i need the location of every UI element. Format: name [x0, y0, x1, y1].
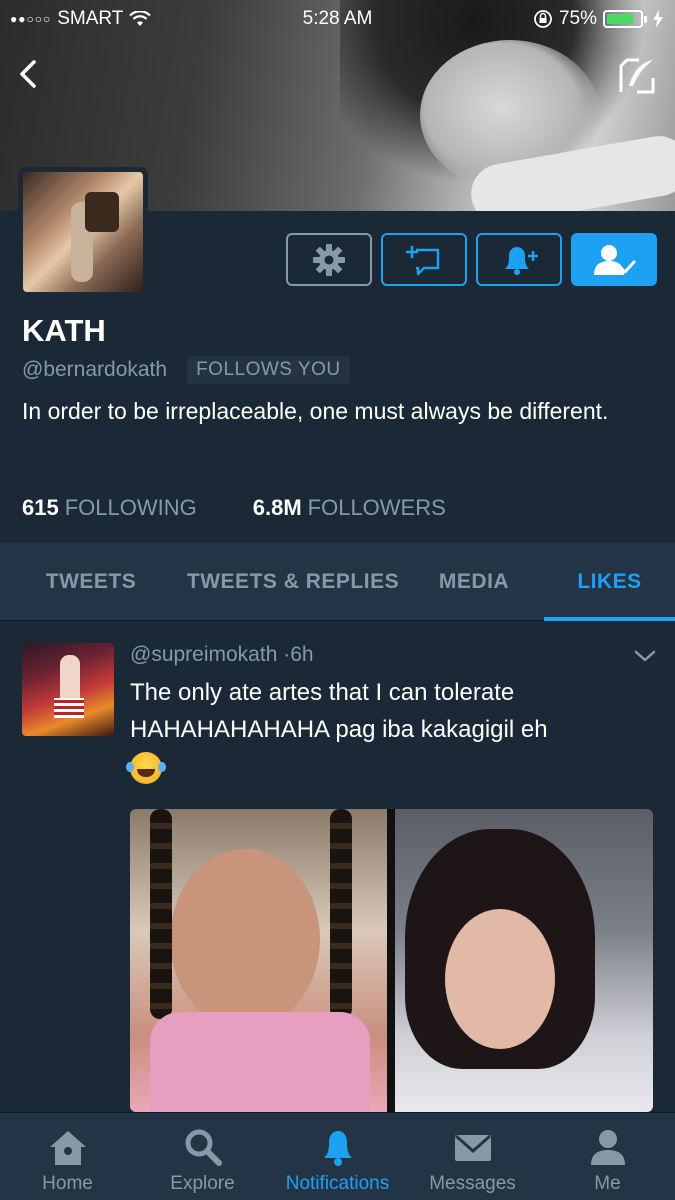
profile-bio: In order to be irreplaceable, one must a…: [22, 398, 609, 424]
tweet-item[interactable]: @supreimokath ·6h The only ate artes tha…: [0, 622, 675, 1112]
tweet-media[interactable]: [130, 809, 653, 1112]
share-profile-button[interactable]: [617, 56, 657, 96]
status-bar: ●●○○○ SMART 5:28 AM 75%: [0, 0, 675, 40]
back-button[interactable]: [10, 56, 46, 92]
bottom-nav: Home Explore Notifications Messages Me: [0, 1112, 675, 1200]
battery-icon: [603, 10, 647, 28]
handle-row: @bernardokath FOLLOWS YOU: [22, 356, 350, 384]
tweet-time: 6h: [290, 643, 314, 666]
following-button[interactable]: [571, 233, 657, 286]
following-count: 615: [22, 495, 59, 520]
profile-avatar[interactable]: [18, 167, 148, 297]
bell-icon: [323, 1131, 352, 1166]
tweet-author-avatar[interactable]: [22, 643, 114, 736]
person-icon: [590, 1130, 625, 1165]
following-label: FOLLOWING: [64, 495, 197, 520]
nav-messages-label: Messages: [429, 1173, 516, 1194]
media-image-left: [130, 809, 387, 1112]
list-add-icon: [406, 245, 440, 275]
tweet-author-handle[interactable]: @supreimokath: [130, 643, 277, 666]
chevron-left-icon: [20, 60, 36, 88]
profile-stats: 615 FOLLOWING 6.8M FOLLOWERS: [22, 495, 446, 521]
nav-notifications[interactable]: Notifications: [270, 1113, 405, 1200]
nav-notifications-label: Notifications: [285, 1173, 390, 1194]
bell-plus-icon: [505, 246, 538, 275]
profile-handle: @bernardokath: [22, 358, 168, 381]
tab-likes[interactable]: LIKES: [544, 543, 675, 621]
tweet-meta: @supreimokath ·6h: [130, 643, 314, 667]
followers-count: 6.8M: [252, 495, 302, 520]
nav-me[interactable]: Me: [540, 1113, 675, 1200]
tab-media[interactable]: MEDIA: [404, 543, 544, 621]
nav-explore-label: Explore: [170, 1173, 235, 1194]
tweet-body: The only ate artes that I can tolerate H…: [130, 679, 548, 743]
tab-tweets-and-replies[interactable]: TWEETS & REPLIES: [182, 543, 404, 621]
user-check-icon: [594, 244, 636, 275]
battery-percent: 75%: [558, 8, 597, 29]
rotation-lock-icon: [534, 10, 552, 28]
notifications-toggle-button[interactable]: [476, 233, 562, 286]
nav-messages[interactable]: Messages: [405, 1113, 540, 1200]
nav-home-label: Home: [42, 1173, 93, 1194]
nav-me-label: Me: [594, 1173, 621, 1194]
followers-stat[interactable]: 6.8M FOLLOWERS: [253, 495, 446, 521]
followers-label: FOLLOWERS: [307, 495, 446, 520]
profile-name: KATH: [22, 313, 106, 348]
gear-icon: [313, 243, 345, 276]
chevron-down-icon[interactable]: [633, 646, 657, 666]
tweet-text: The only ate artes that I can tolerate H…: [126, 674, 650, 785]
follows-you-badge: FOLLOWS YOU: [187, 356, 350, 384]
following-stat[interactable]: 615 FOLLOWING: [22, 495, 197, 521]
add-to-list-button[interactable]: [381, 233, 467, 286]
tears-of-joy-emoji-icon: [126, 751, 162, 784]
tab-tweets[interactable]: TWEETS: [0, 543, 182, 621]
share-quill-icon: [619, 58, 655, 94]
profile-tabs: TWEETS TWEETS & REPLIES MEDIA LIKES: [0, 543, 675, 621]
search-icon: [185, 1129, 222, 1166]
settings-button[interactable]: [286, 233, 372, 286]
envelope-icon: [454, 1134, 491, 1161]
nav-explore[interactable]: Explore: [135, 1113, 270, 1200]
media-image-right: [395, 809, 653, 1112]
charging-bolt-icon: [653, 10, 663, 28]
profile-actions: [286, 233, 657, 286]
home-icon: [49, 1131, 86, 1165]
nav-home[interactable]: Home: [0, 1113, 135, 1200]
